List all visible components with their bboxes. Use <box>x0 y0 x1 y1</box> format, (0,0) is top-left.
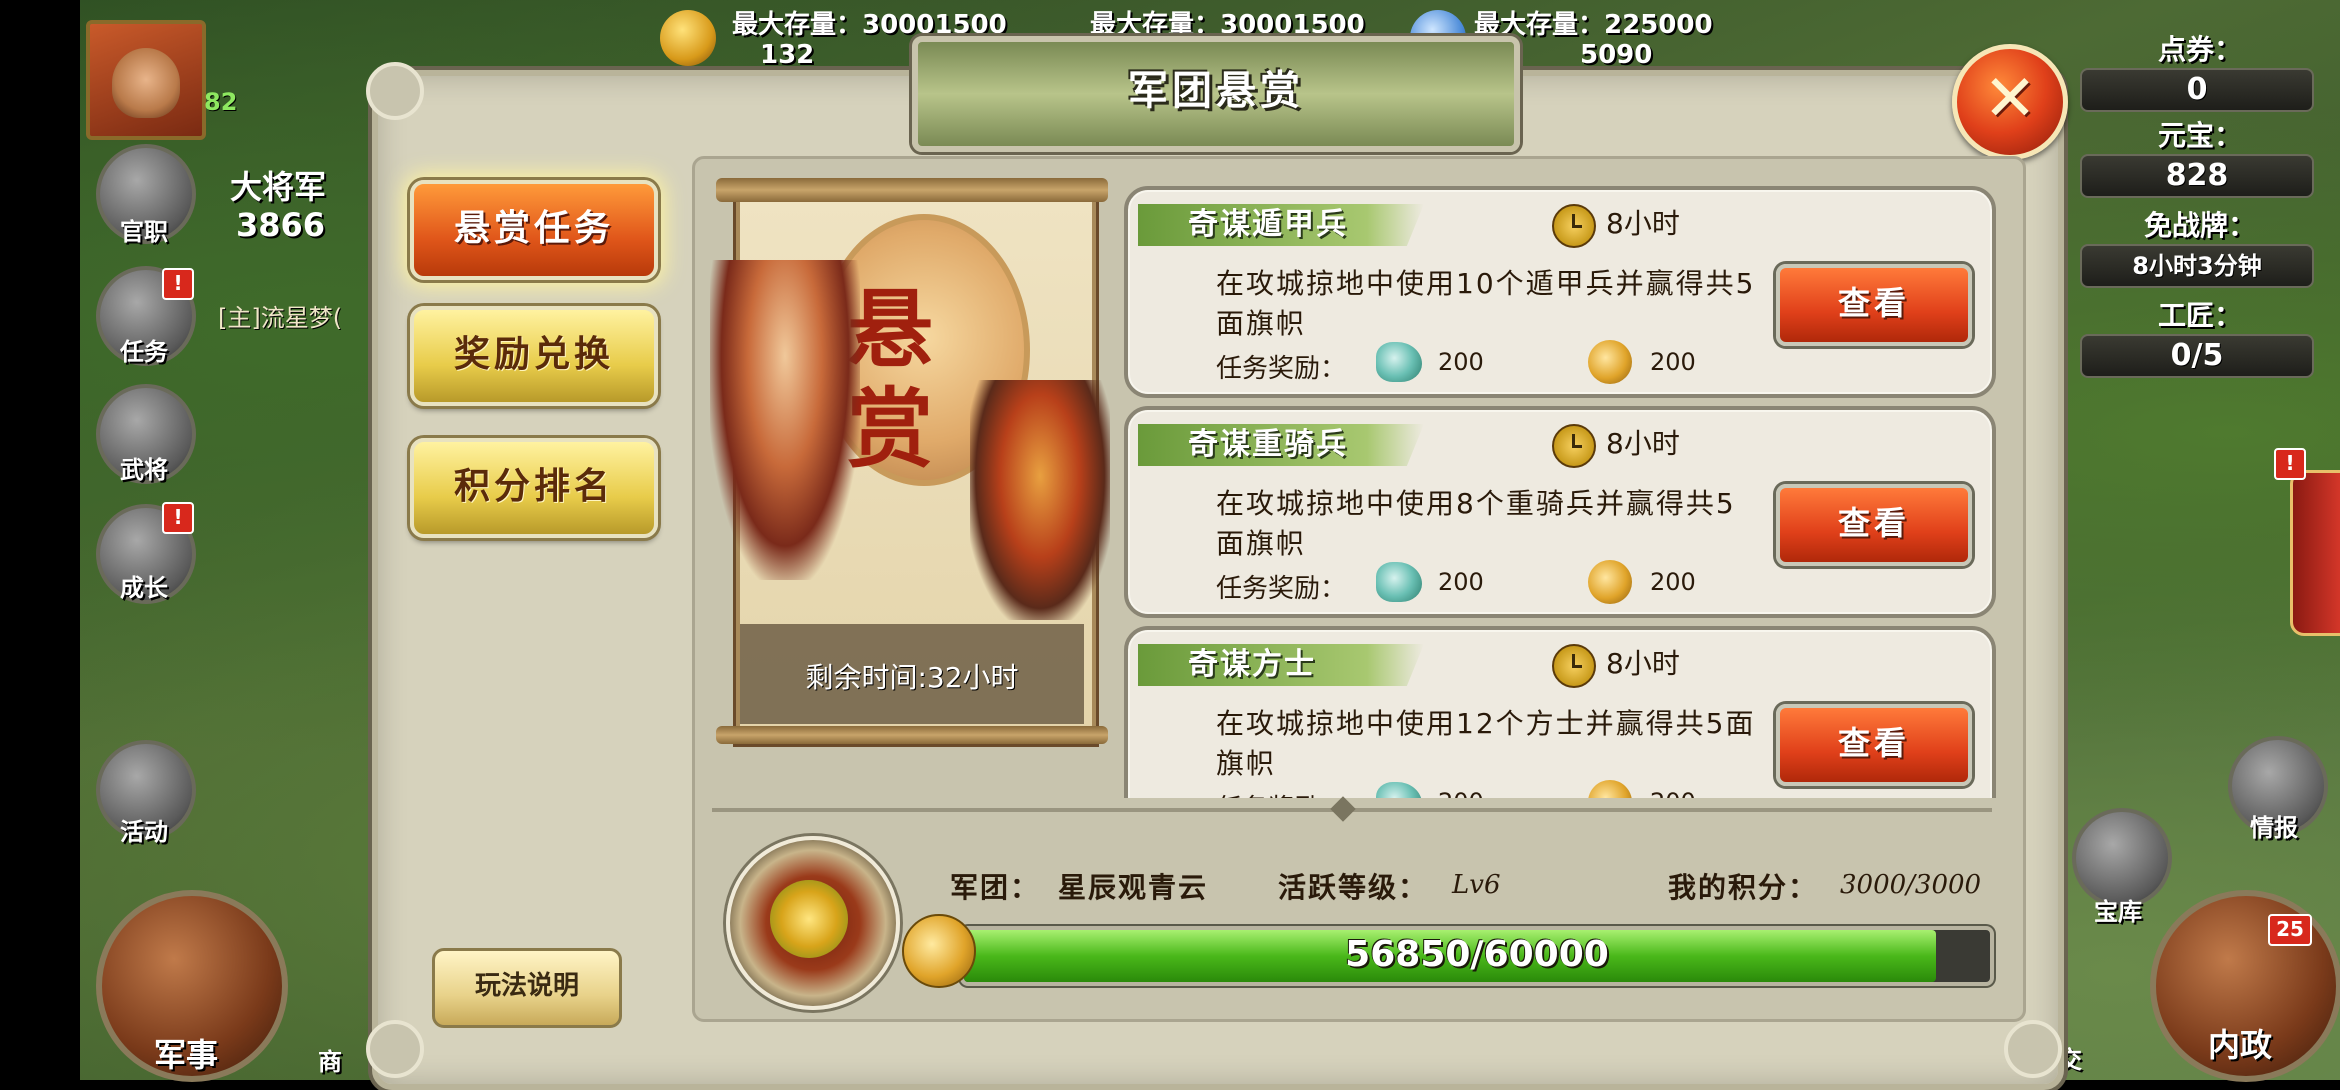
reward-amount: 200 <box>1650 788 1696 798</box>
reward-amount: 200 <box>1650 348 1696 376</box>
voucher-label: 点券： <box>2157 33 2242 66</box>
resource-amount-1: 132 <box>760 40 815 70</box>
side-expand-tab[interactable] <box>2290 470 2340 636</box>
truce-label: 免战牌： <box>2143 209 2256 242</box>
chat-preview[interactable]: [主]流星梦( <box>218 298 342 333</box>
reward-label: 任务奖励： <box>1216 788 1346 798</box>
activity-label: 活跃等级： <box>1278 871 1429 904</box>
reward-amount: 200 <box>1438 348 1484 376</box>
reward-amount: 200 <box>1438 788 1484 798</box>
view-button[interactable]: 查看 <box>1776 704 1972 786</box>
task-name: 奇谋方士 <box>1188 647 1316 682</box>
legion-label: 军团： <box>950 871 1041 904</box>
score-label: 我的积分： <box>1668 871 1819 904</box>
task-duration: 8小时 <box>1606 207 1680 240</box>
clock-icon <box>1552 424 1596 468</box>
task-description: 在攻城掠地中使用12个方士并赢得共5面旗帜 <box>1216 707 1756 780</box>
quest-label: 任务 <box>120 338 168 366</box>
reward-label: 任务奖励： <box>1216 354 1347 384</box>
dragon-emblem-icon <box>770 880 848 958</box>
craftsman-value: 0/5 <box>2080 334 2314 378</box>
craftsman-label: 工匠： <box>2157 299 2242 332</box>
remaining-time: 剩余时间:32小时 <box>805 661 1019 694</box>
quest-alert-badge: ! <box>162 268 194 300</box>
jade-token-icon <box>1376 562 1422 602</box>
task-duration: 8小时 <box>1606 647 1680 680</box>
task-duration: 8小时 <box>1606 427 1680 460</box>
frame-corner-ornament <box>2004 1020 2062 1078</box>
gold-coin-icon <box>660 10 716 66</box>
treasury-label: 宝库 <box>2094 898 2142 926</box>
office-label: 官职 <box>120 218 168 246</box>
task-card: 奇谋重骑兵 8小时 在攻城掠地中使用8个重骑兵并赢得共5面旗帜 任务奖励： 20… <box>1124 406 1996 618</box>
jade-token-icon <box>1376 782 1422 798</box>
tab-score-ranking[interactable]: 积分排名 <box>410 438 658 538</box>
task-name: 奇谋遁甲兵 <box>1188 207 1348 242</box>
frame-corner-ornament <box>366 62 424 120</box>
reward-label: 任务奖励： <box>1216 574 1347 604</box>
player-power: 3866 <box>236 206 326 244</box>
dialog-title: 军团悬赏 <box>1128 68 1304 114</box>
resource-amount-3: 5090 <box>1580 40 1653 70</box>
jade-token-icon <box>1376 342 1422 382</box>
player-avatar[interactable] <box>86 20 206 140</box>
growth-label: 成长 <box>120 574 168 602</box>
shop-label: 商 <box>318 1048 342 1076</box>
frame-corner-ornament <box>366 1020 424 1078</box>
events-label: 活动 <box>120 818 168 846</box>
progress-text: 56850/60000 <box>1345 934 1609 975</box>
tab-reward-exchange[interactable]: 奖励兑换 <box>410 306 658 406</box>
poster-bottom-rod <box>716 726 1108 744</box>
tab-bounty-tasks[interactable]: 悬赏任务 <box>410 180 658 280</box>
side-alert-badge: ! <box>2274 448 2306 480</box>
generals-label: 武将 <box>120 456 168 484</box>
voucher-value: 0 <box>2080 68 2314 112</box>
reward-amount: 200 <box>1438 568 1484 596</box>
soldier-illustration <box>970 380 1110 620</box>
gold-dragon-coin-icon <box>902 914 976 988</box>
bounty-task-list[interactable]: 奇谋遁甲兵 8小时 在攻城掠地中使用10个遁甲兵并赢得共5面旗帜 任务奖励： 2… <box>1124 186 1996 798</box>
task-description: 在攻城掠地中使用10个遁甲兵并赢得共5面旗帜 <box>1216 267 1756 340</box>
growth-alert-badge: ! <box>162 502 194 534</box>
view-button[interactable]: 查看 <box>1776 264 1972 346</box>
close-button[interactable]: ✕ <box>1952 44 2068 160</box>
gold-dragon-icon <box>1588 340 1632 384</box>
rules-button[interactable]: 玩法说明 <box>432 948 622 1028</box>
internal-affairs-badge: 25 <box>2268 914 2312 946</box>
task-name: 奇谋重骑兵 <box>1188 427 1348 462</box>
task-card: 奇谋方士 8小时 在攻城掠地中使用12个方士并赢得共5面旗帜 任务奖励： 200… <box>1124 626 1996 798</box>
truce-value: 8小时3分钟 <box>2080 244 2314 288</box>
view-button[interactable]: 查看 <box>1776 484 1972 566</box>
military-label: 军事 <box>153 1036 218 1074</box>
ingot-value: 828 <box>2080 154 2314 198</box>
ingot-label: 元宝： <box>2157 119 2242 152</box>
avatar-face <box>112 48 180 118</box>
warrior-illustration <box>710 260 860 580</box>
internal-affairs-label: 内政 <box>2207 1026 2272 1064</box>
activity-level: Lv6 <box>1452 870 1501 900</box>
legion-name: 星辰观青云 <box>1058 871 1209 904</box>
task-card: 奇谋遁甲兵 8小时 在攻城掠地中使用10个遁甲兵并赢得共5面旗帜 任务奖励： 2… <box>1124 186 1996 398</box>
player-rank: 大将军 <box>230 168 327 206</box>
score-value: 3000/3000 <box>1840 870 1982 900</box>
player-level: 82 <box>204 88 238 116</box>
clock-icon <box>1552 204 1596 248</box>
reward-amount: 200 <box>1650 568 1696 596</box>
task-description: 在攻城掠地中使用8个重骑兵并赢得共5面旗帜 <box>1216 487 1736 560</box>
clock-icon <box>1552 644 1596 688</box>
poster-top-rod <box>716 178 1108 202</box>
intel-label: 情报 <box>2250 814 2298 842</box>
gold-dragon-icon <box>1588 560 1632 604</box>
